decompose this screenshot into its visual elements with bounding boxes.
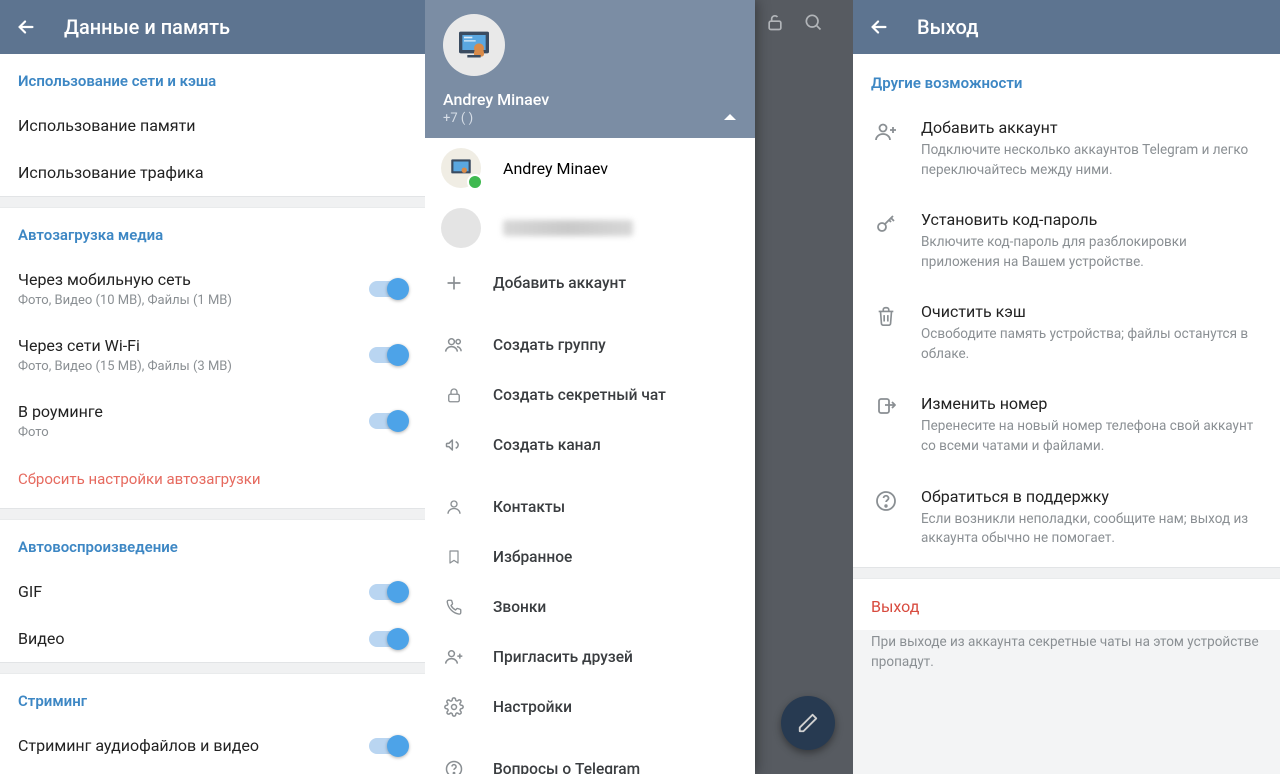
- contact-icon: [443, 497, 465, 517]
- chevron-up-icon[interactable]: [723, 112, 737, 122]
- dimmed-chat-background: [755, 0, 853, 774]
- account-row-other[interactable]: [425, 198, 755, 258]
- reset-autodownload-link[interactable]: Сбросить настройки автозагрузки: [0, 454, 425, 508]
- key-icon: [871, 210, 901, 272]
- toggle-streaming[interactable]: [369, 738, 407, 754]
- drawer-item-create-channel[interactable]: Создать канал: [425, 420, 755, 470]
- avatar-small: [441, 148, 481, 188]
- active-check-icon: [467, 174, 483, 190]
- divider: [0, 196, 425, 208]
- toggle-gif[interactable]: [369, 584, 407, 600]
- row-memory-usage[interactable]: Использование памяти: [0, 102, 425, 149]
- person-add-icon: [443, 647, 465, 667]
- drawer-item-saved[interactable]: Избранное: [425, 532, 755, 582]
- row-wifi[interactable]: Через сети Wi-FiФото, Видео (15 MB), Фай…: [0, 322, 425, 388]
- gear-icon: [443, 697, 465, 717]
- back-icon[interactable]: [12, 16, 40, 38]
- header-bar: Данные и память: [0, 0, 425, 54]
- profile-phone: +7 ( ): [443, 111, 737, 126]
- logout-screen: Выход Другие возможности Добавить аккаун…: [853, 0, 1280, 774]
- back-icon[interactable]: [865, 16, 893, 38]
- lock-open-icon[interactable]: [765, 12, 785, 32]
- section-header-network-cache: Использование сети и кэша: [0, 54, 425, 102]
- drawer-item-calls[interactable]: Звонки: [425, 582, 755, 632]
- search-icon[interactable]: [803, 12, 823, 32]
- avatar-small-blurred: [441, 208, 481, 248]
- drawer-screen: Andrey Minaev +7 ( ) Andrey Minaev Добав…: [425, 0, 853, 774]
- drawer-item-faq[interactable]: Вопросы о Telegram: [425, 744, 755, 774]
- alt-change-number[interactable]: Изменить номерПеренесите на новый номер …: [853, 382, 1280, 474]
- alt-clear-cache[interactable]: Очистить кэшОсвободите память устройства…: [853, 290, 1280, 382]
- bookmark-icon: [443, 547, 465, 567]
- header-title: Данные и память: [64, 15, 230, 39]
- plus-icon: [443, 273, 465, 293]
- help-icon: [443, 759, 465, 774]
- drawer-item-secret-chat[interactable]: Создать секретный чат: [425, 370, 755, 420]
- row-video[interactable]: Видео: [0, 615, 425, 662]
- person-add-icon: [871, 118, 901, 180]
- toggle-video[interactable]: [369, 631, 407, 647]
- nav-drawer: Andrey Minaev +7 ( ) Andrey Minaev Добав…: [425, 0, 755, 774]
- row-traffic-usage[interactable]: Использование трафика: [0, 149, 425, 196]
- header-title: Выход: [917, 15, 979, 39]
- header-bar: Выход: [853, 0, 1280, 54]
- lock-icon: [443, 385, 465, 405]
- logout-button[interactable]: Выход: [853, 579, 1280, 630]
- group-icon: [443, 335, 465, 355]
- account-name: Andrey Minaev: [503, 159, 608, 178]
- settings-data-memory-screen: Данные и память Использование сети и кэш…: [0, 0, 425, 774]
- drawer-header: Andrey Minaev +7 ( ): [425, 0, 755, 138]
- sim-swap-icon: [871, 394, 901, 456]
- phone-icon: [443, 597, 465, 617]
- drawer-item-settings[interactable]: Настройки: [425, 682, 755, 732]
- section-header-autodownload: Автозагрузка медиа: [0, 208, 425, 256]
- drawer-item-contacts[interactable]: Контакты: [425, 482, 755, 532]
- section-header-alternatives: Другие возможности: [853, 54, 1280, 106]
- divider: [0, 662, 425, 674]
- alt-contact-support[interactable]: Обратиться в поддержкуЕсли возникли непо…: [853, 475, 1280, 567]
- row-streaming[interactable]: Стриминг аудиофайлов и видео: [0, 722, 425, 769]
- section-header-autoplay: Автовоспроизведение: [0, 520, 425, 568]
- section-header-streaming: Стриминг: [0, 674, 425, 722]
- drawer-item-add-account[interactable]: Добавить аккаунт: [425, 258, 755, 308]
- alt-set-passcode[interactable]: Установить код-парольВключите код-пароль…: [853, 198, 1280, 290]
- logout-note: При выходе из аккаунта секретные чаты на…: [853, 630, 1280, 693]
- trash-icon: [871, 302, 901, 364]
- help-icon: [871, 487, 901, 549]
- drawer-item-invite[interactable]: Пригласить друзей: [425, 632, 755, 682]
- row-mobile[interactable]: Через мобильную сетьФото, Видео (10 MB),…: [0, 256, 425, 322]
- toggle-roaming[interactable]: [369, 413, 407, 429]
- alt-add-account[interactable]: Добавить аккаунтПодключите несколько акк…: [853, 106, 1280, 198]
- account-row-current[interactable]: Andrey Minaev: [425, 138, 755, 198]
- profile-name: Andrey Minaev: [443, 90, 737, 109]
- avatar[interactable]: [443, 14, 505, 76]
- row-roaming[interactable]: В роумингеФото: [0, 388, 425, 454]
- toggle-mobile[interactable]: [369, 281, 407, 297]
- megaphone-icon: [443, 435, 465, 455]
- divider: [0, 508, 425, 520]
- divider: [853, 567, 1280, 579]
- row-gif[interactable]: GIF: [0, 568, 425, 615]
- compose-fab[interactable]: [781, 696, 835, 750]
- drawer-item-create-group[interactable]: Создать группу: [425, 320, 755, 370]
- account-name-blurred: [503, 220, 633, 236]
- toggle-wifi[interactable]: [369, 347, 407, 363]
